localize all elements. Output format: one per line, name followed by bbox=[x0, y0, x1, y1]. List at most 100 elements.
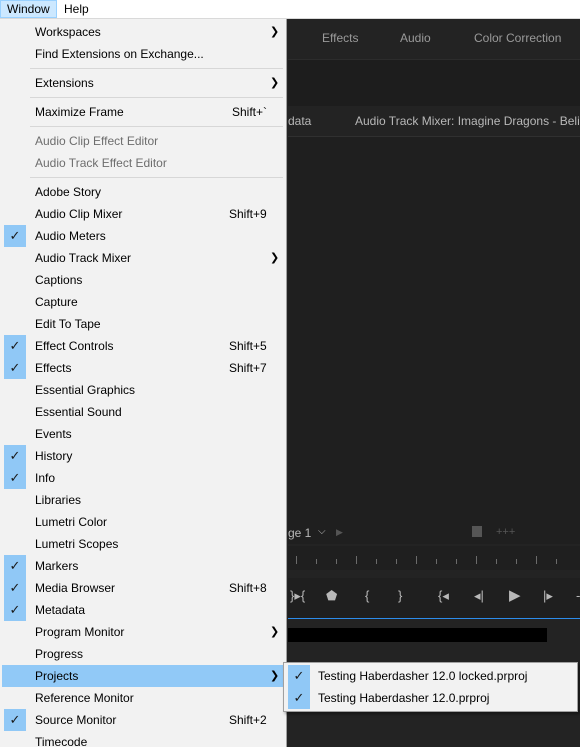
menu-item-essential-graphics[interactable]: Essential Graphics bbox=[2, 379, 285, 401]
menu-item-label: Captions bbox=[35, 273, 83, 287]
workspace-bar: Effects Audio Color Correction bbox=[288, 19, 580, 59]
menu-item-edit-to-tape[interactable]: Edit To Tape bbox=[2, 313, 285, 335]
menu-item-label: Audio Track Mixer bbox=[35, 251, 132, 265]
menu-item-events[interactable]: Events bbox=[2, 423, 285, 445]
menu-bar: Window Help bbox=[0, 0, 580, 19]
menu-help[interactable]: Help bbox=[58, 0, 95, 18]
menu-item-label: Extensions bbox=[35, 76, 94, 90]
menu-item-label: Essential Graphics bbox=[35, 383, 136, 397]
menu-separator bbox=[30, 177, 283, 178]
workspace-tab-audio[interactable]: Audio bbox=[400, 31, 431, 45]
menu-item-label: Effects bbox=[35, 361, 72, 375]
menu-item-adobe-story[interactable]: Adobe Story bbox=[2, 181, 285, 203]
add-marker-icon[interactable]: ⬟ bbox=[326, 588, 337, 604]
menu-item-workspaces[interactable]: Workspaces ❯ bbox=[2, 21, 285, 43]
menu-item-audio-meters[interactable]: ✓ Audio Meters bbox=[2, 225, 285, 247]
checkmark-icon: ✓ bbox=[4, 225, 26, 247]
menu-window[interactable]: Window bbox=[0, 0, 57, 18]
menu-item-info[interactable]: ✓ Info bbox=[2, 467, 285, 489]
menu-item-lumetri-color[interactable]: Lumetri Color bbox=[2, 511, 285, 533]
submenu-item-project[interactable]: ✓ Testing Haberdasher 12.0.prproj bbox=[286, 687, 575, 709]
workspace-tab-effects[interactable]: Effects bbox=[322, 31, 358, 45]
checkmark-icon: ✓ bbox=[4, 577, 26, 599]
submenu-item-label: Testing Haberdasher 12.0 locked.prproj bbox=[318, 669, 528, 683]
menu-item-audio-clip-effect-editor: Audio Clip Effect Editor bbox=[2, 130, 285, 152]
menu-item-label: Capture bbox=[35, 295, 78, 309]
menu-item-reference-monitor[interactable]: Reference Monitor bbox=[2, 687, 285, 709]
menu-item-label: Maximize Frame bbox=[35, 105, 124, 119]
menu-item-maximize-frame[interactable]: Maximize Frame Shift+` bbox=[2, 101, 285, 123]
menu-item-label: History bbox=[35, 449, 73, 463]
checkmark-icon: ✓ bbox=[288, 665, 310, 687]
workspace-tab-color-correction[interactable]: Color Correction bbox=[474, 31, 561, 45]
chevron-right-icon: ❯ bbox=[270, 77, 280, 89]
menu-item-label: Source Monitor bbox=[35, 713, 117, 727]
menu-item-label: Audio Meters bbox=[35, 229, 106, 243]
menu-item-shortcut: Shift+9 bbox=[229, 207, 267, 221]
step-forward-icon[interactable]: |▸ bbox=[543, 588, 553, 604]
submenu-item-project-locked[interactable]: ✓ Testing Haberdasher 12.0 locked.prproj bbox=[286, 665, 575, 687]
menu-item-label: Find Extensions on Exchange... bbox=[35, 47, 204, 61]
menu-item-captions[interactable]: Captions bbox=[2, 269, 285, 291]
page-select[interactable]: ge 1 bbox=[288, 526, 311, 540]
export-frame-icon[interactable] bbox=[472, 526, 482, 537]
menu-item-program-monitor[interactable]: Program Monitor ❯ bbox=[2, 621, 285, 643]
submenu-item-label: Testing Haberdasher 12.0.prproj bbox=[318, 691, 490, 705]
menu-item-find-extensions[interactable]: Find Extensions on Exchange... bbox=[2, 43, 285, 65]
panel-header: data Audio Track Mixer: Imagine Dragons … bbox=[288, 106, 580, 137]
checkmark-icon: ✓ bbox=[4, 599, 26, 621]
menu-item-audio-track-mixer[interactable]: Audio Track Mixer ❯ bbox=[2, 247, 285, 269]
menu-item-label: Lumetri Color bbox=[35, 515, 108, 529]
menu-item-label: Edit To Tape bbox=[35, 317, 101, 331]
chevron-right-icon: ❯ bbox=[270, 670, 280, 682]
menu-item-effect-controls[interactable]: ✓ Effect Controls Shift+5 bbox=[2, 335, 285, 357]
play-icon[interactable]: ▶ bbox=[509, 586, 521, 604]
menu-item-markers[interactable]: ✓ Markers bbox=[2, 555, 285, 577]
menu-item-shortcut: Shift+8 bbox=[229, 581, 267, 595]
menu-separator bbox=[30, 68, 283, 69]
menu-item-history[interactable]: ✓ History bbox=[2, 445, 285, 467]
checkmark-icon: ✓ bbox=[4, 555, 26, 577]
menu-item-label: Program Monitor bbox=[35, 625, 125, 639]
mark-in-icon[interactable]: { bbox=[365, 588, 369, 603]
menu-item-audio-clip-mixer[interactable]: Audio Clip Mixer Shift+9 bbox=[2, 203, 285, 225]
go-to-in-icon[interactable]: {◂ bbox=[438, 588, 449, 604]
more-icon[interactable]: - bbox=[576, 588, 580, 603]
settings-icon[interactable]: +++ bbox=[496, 526, 515, 538]
menu-item-progress[interactable]: Progress bbox=[2, 643, 285, 665]
mark-out-icon[interactable]: } bbox=[398, 588, 402, 603]
menu-item-shortcut: Shift+` bbox=[232, 105, 268, 119]
menu-item-label: Audio Clip Mixer bbox=[35, 207, 123, 221]
menu-item-capture[interactable]: Capture bbox=[2, 291, 285, 313]
menu-item-effects[interactable]: ✓ Effects Shift+7 bbox=[2, 357, 285, 379]
insert-icon[interactable]: }▸{ bbox=[290, 588, 305, 604]
step-back-icon[interactable]: ◂| bbox=[474, 588, 484, 604]
menu-item-label: Adobe Story bbox=[35, 185, 102, 199]
menu-item-essential-sound[interactable]: Essential Sound bbox=[2, 401, 285, 423]
transport-controls: }▸{ ⬟ { } {◂ ◂| ▶ |▸ - bbox=[288, 578, 580, 619]
checkmark-icon: ✓ bbox=[4, 357, 26, 379]
menu-item-label: Markers bbox=[35, 559, 79, 573]
metadata-panel-tab[interactable]: data bbox=[288, 114, 311, 128]
audio-track-mixer-tab[interactable]: Audio Track Mixer: Imagine Dragons - Bel… bbox=[355, 114, 580, 128]
checkmark-icon: ✓ bbox=[4, 709, 26, 731]
menu-item-lumetri-scopes[interactable]: Lumetri Scopes bbox=[2, 533, 285, 555]
menu-item-media-browser[interactable]: ✓ Media Browser Shift+8 bbox=[2, 577, 285, 599]
menu-item-label: Timecode bbox=[35, 735, 88, 747]
menu-item-source-monitor[interactable]: ✓ Source Monitor Shift+2 bbox=[2, 709, 285, 731]
chevron-down-icon[interactable]: ⌵ bbox=[318, 526, 326, 537]
redaction-bar bbox=[288, 628, 547, 642]
menu-item-metadata[interactable]: ✓ Metadata bbox=[2, 599, 285, 621]
chevron-right-icon: ❯ bbox=[270, 252, 280, 264]
menu-item-timecode[interactable]: Timecode bbox=[2, 731, 285, 747]
menu-item-label: Workspaces bbox=[35, 25, 101, 39]
menu-item-libraries[interactable]: Libraries bbox=[2, 489, 285, 511]
menu-item-label: Essential Sound bbox=[35, 405, 122, 419]
toolbar-strip bbox=[288, 59, 580, 106]
time-ruler[interactable] bbox=[288, 546, 580, 570]
menu-item-extensions[interactable]: Extensions ❯ bbox=[2, 72, 285, 94]
menu-separator bbox=[30, 97, 283, 98]
menu-item-projects[interactable]: Projects ❯ bbox=[2, 665, 285, 687]
menu-item-label: Reference Monitor bbox=[35, 691, 134, 705]
menu-item-label: Progress bbox=[35, 647, 84, 661]
